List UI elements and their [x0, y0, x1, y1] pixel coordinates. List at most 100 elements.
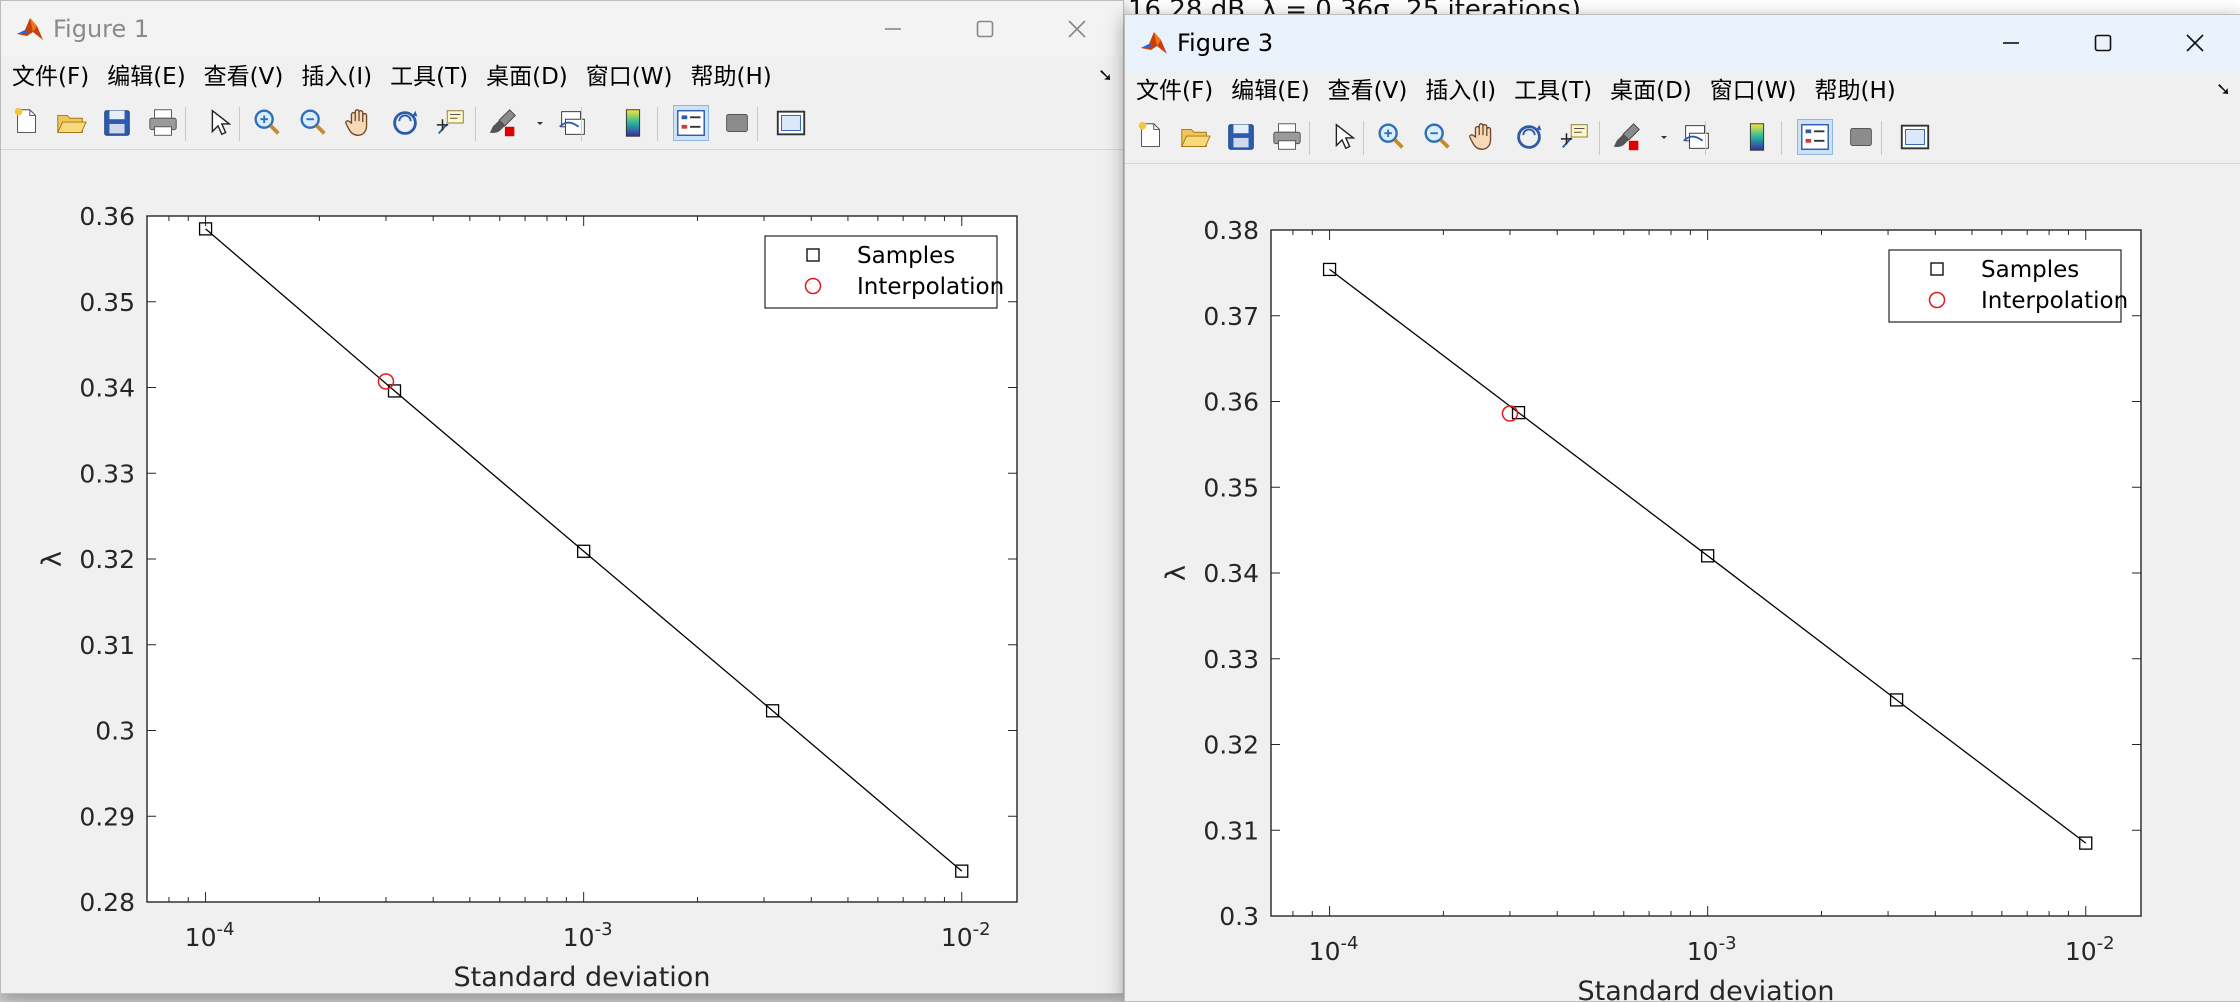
toolbar-separator [1781, 121, 1782, 155]
menu-help[interactable]: 帮助(H) [1805, 71, 1904, 111]
show-plot-tools-tool[interactable] [773, 105, 809, 141]
y-tick-label: 0.31 [79, 631, 135, 660]
menu-window[interactable]: 窗口(W) [577, 57, 682, 97]
legend-tool[interactable] [1797, 119, 1833, 155]
menu-insert[interactable]: 插入(I) [292, 57, 381, 97]
y-axis-label: λ [1161, 565, 1192, 581]
title-bar[interactable]: Figure 3 [1125, 15, 2240, 71]
pan-hand-tool[interactable] [1465, 119, 1501, 155]
menu-expand-icon[interactable]: ➘ [2216, 79, 2231, 100]
minimize-button[interactable] [847, 1, 939, 57]
data-cursor-tool[interactable] [1557, 119, 1593, 155]
figure-window-3[interactable]: Figure 3 文件(F) 编辑(E) 查看(V) 插入(I) 工具(T) 桌… [1124, 14, 2240, 1002]
print-icon [1273, 123, 1301, 150]
toolbar-separator [657, 107, 658, 141]
y-tick-label: 0.36 [79, 202, 135, 231]
window-title: Figure 3 [1177, 29, 1274, 57]
zoom-out-tool[interactable] [295, 105, 331, 141]
figure-canvas[interactable]: 0.3 0.31 0.32 0.33 0.34 0.35 0.36 0.37 0.38 10-4 1… [1125, 164, 2240, 1001]
brush-dropdown-tool[interactable] [531, 105, 549, 141]
menu-desktop[interactable]: 桌面(D) [477, 57, 577, 97]
toolbar-separator [239, 107, 240, 141]
menu-desktop[interactable]: 桌面(D) [1601, 71, 1701, 111]
link-plot-tool[interactable] [555, 105, 591, 141]
y-tick-label: 0.35 [79, 288, 135, 317]
pan-hand-tool[interactable] [341, 105, 377, 141]
chart[interactable]: 0.28 0.29 0.3 0.31 0.32 0.33 0.34 0.35 0.36 10-4 1… [1, 150, 1123, 993]
show-plot-tools-icon [1900, 124, 1930, 150]
brush-dropdown-tool[interactable] [1655, 119, 1673, 155]
pointer-tool[interactable] [201, 105, 237, 141]
data-cursor-tool[interactable] [433, 105, 469, 141]
toolbar-separator [757, 107, 758, 141]
colorbar-icon [1749, 123, 1765, 151]
x-tick-label: 10-2 [941, 919, 991, 952]
menu-file[interactable]: 文件(F) [1127, 71, 1222, 111]
save-icon [1228, 124, 1254, 150]
figure-window-1[interactable]: Figure 1 文件(F) 编辑(E) 查看(V) 插入(I) 工具(T) 桌… [0, 0, 1124, 994]
y-tick-label: 0.29 [79, 802, 135, 831]
menu-window[interactable]: 窗口(W) [1701, 71, 1806, 111]
y-tick-label: 0.33 [1203, 645, 1259, 674]
y-tick-label: 0.34 [79, 374, 135, 403]
minimize-icon [885, 28, 901, 30]
menu-insert[interactable]: 插入(I) [1416, 71, 1505, 111]
zoom-in-tool[interactable] [1373, 119, 1409, 155]
zoom-in-tool[interactable] [249, 105, 285, 141]
y-tick-label: 0.28 [79, 888, 135, 917]
new-figure-tool[interactable] [9, 105, 45, 141]
brush-tool[interactable] [1609, 119, 1645, 155]
save-tool[interactable] [1223, 119, 1259, 155]
menu-expand-icon[interactable]: ➘ [1098, 65, 1113, 86]
legend-tool[interactable] [673, 105, 709, 141]
menu-tools[interactable]: 工具(T) [381, 57, 477, 97]
rotate-3d-tool[interactable] [387, 105, 423, 141]
legend-icon [677, 110, 705, 136]
x-tick-label: 10-4 [185, 919, 235, 952]
new-figure-icon [1138, 121, 1160, 147]
maximize-button[interactable] [939, 1, 1031, 57]
colorbar-tool[interactable] [1739, 119, 1775, 155]
link-plot-tool[interactable] [1679, 119, 1715, 155]
chart[interactable]: 0.3 0.31 0.32 0.33 0.34 0.35 0.36 0.37 0.38 10-4 1… [1125, 164, 2240, 1001]
toolbar-separator [1309, 121, 1310, 155]
maximize-icon [976, 20, 994, 38]
zoom-out-tool[interactable] [1419, 119, 1455, 155]
menu-tools[interactable]: 工具(T) [1505, 71, 1601, 111]
menu-bar: 文件(F) 编辑(E) 查看(V) 插入(I) 工具(T) 桌面(D) 窗口(W… [1125, 71, 2240, 111]
menu-view[interactable]: 查看(V) [195, 57, 293, 97]
open-file-tool[interactable] [1177, 119, 1213, 155]
close-button[interactable] [2149, 15, 2240, 71]
new-figure-tool[interactable] [1133, 119, 1169, 155]
rotate-3d-tool[interactable] [1511, 119, 1547, 155]
open-file-tool[interactable] [53, 105, 89, 141]
menu-file[interactable]: 文件(F) [3, 57, 98, 97]
print-tool[interactable] [145, 105, 181, 141]
menu-edit[interactable]: 编辑(E) [1222, 71, 1318, 111]
save-tool[interactable] [99, 105, 135, 141]
show-plot-tools-icon [776, 110, 806, 136]
minimize-button[interactable] [1965, 15, 2057, 71]
open-file-icon [57, 114, 87, 133]
matlab-logo-icon [17, 18, 43, 40]
close-button[interactable] [1031, 1, 1123, 57]
figure-canvas[interactable]: 0.28 0.29 0.3 0.31 0.32 0.33 0.34 0.35 0.36 10-4 1… [1, 150, 1123, 993]
title-bar[interactable]: Figure 1 [1, 1, 1123, 57]
print-tool[interactable] [1269, 119, 1305, 155]
hide-plot-tools-tool[interactable] [719, 105, 755, 141]
menu-help[interactable]: 帮助(H) [681, 57, 780, 97]
toolbar-separator [1881, 121, 1882, 155]
print-icon [149, 109, 177, 136]
hide-plot-tools-tool[interactable] [1843, 119, 1879, 155]
menu-view[interactable]: 查看(V) [1319, 71, 1417, 111]
show-plot-tools-tool[interactable] [1897, 119, 1933, 155]
pointer-tool[interactable] [1325, 119, 1361, 155]
brush-tool[interactable] [485, 105, 521, 141]
x-axis-label: Standard deviation [1578, 976, 1835, 1001]
menu-edit[interactable]: 编辑(E) [98, 57, 194, 97]
zoom-out-icon [300, 109, 326, 135]
minimize-icon [2003, 42, 2019, 44]
new-figure-icon [14, 107, 36, 133]
colorbar-tool[interactable] [615, 105, 651, 141]
maximize-button[interactable] [2057, 15, 2149, 71]
